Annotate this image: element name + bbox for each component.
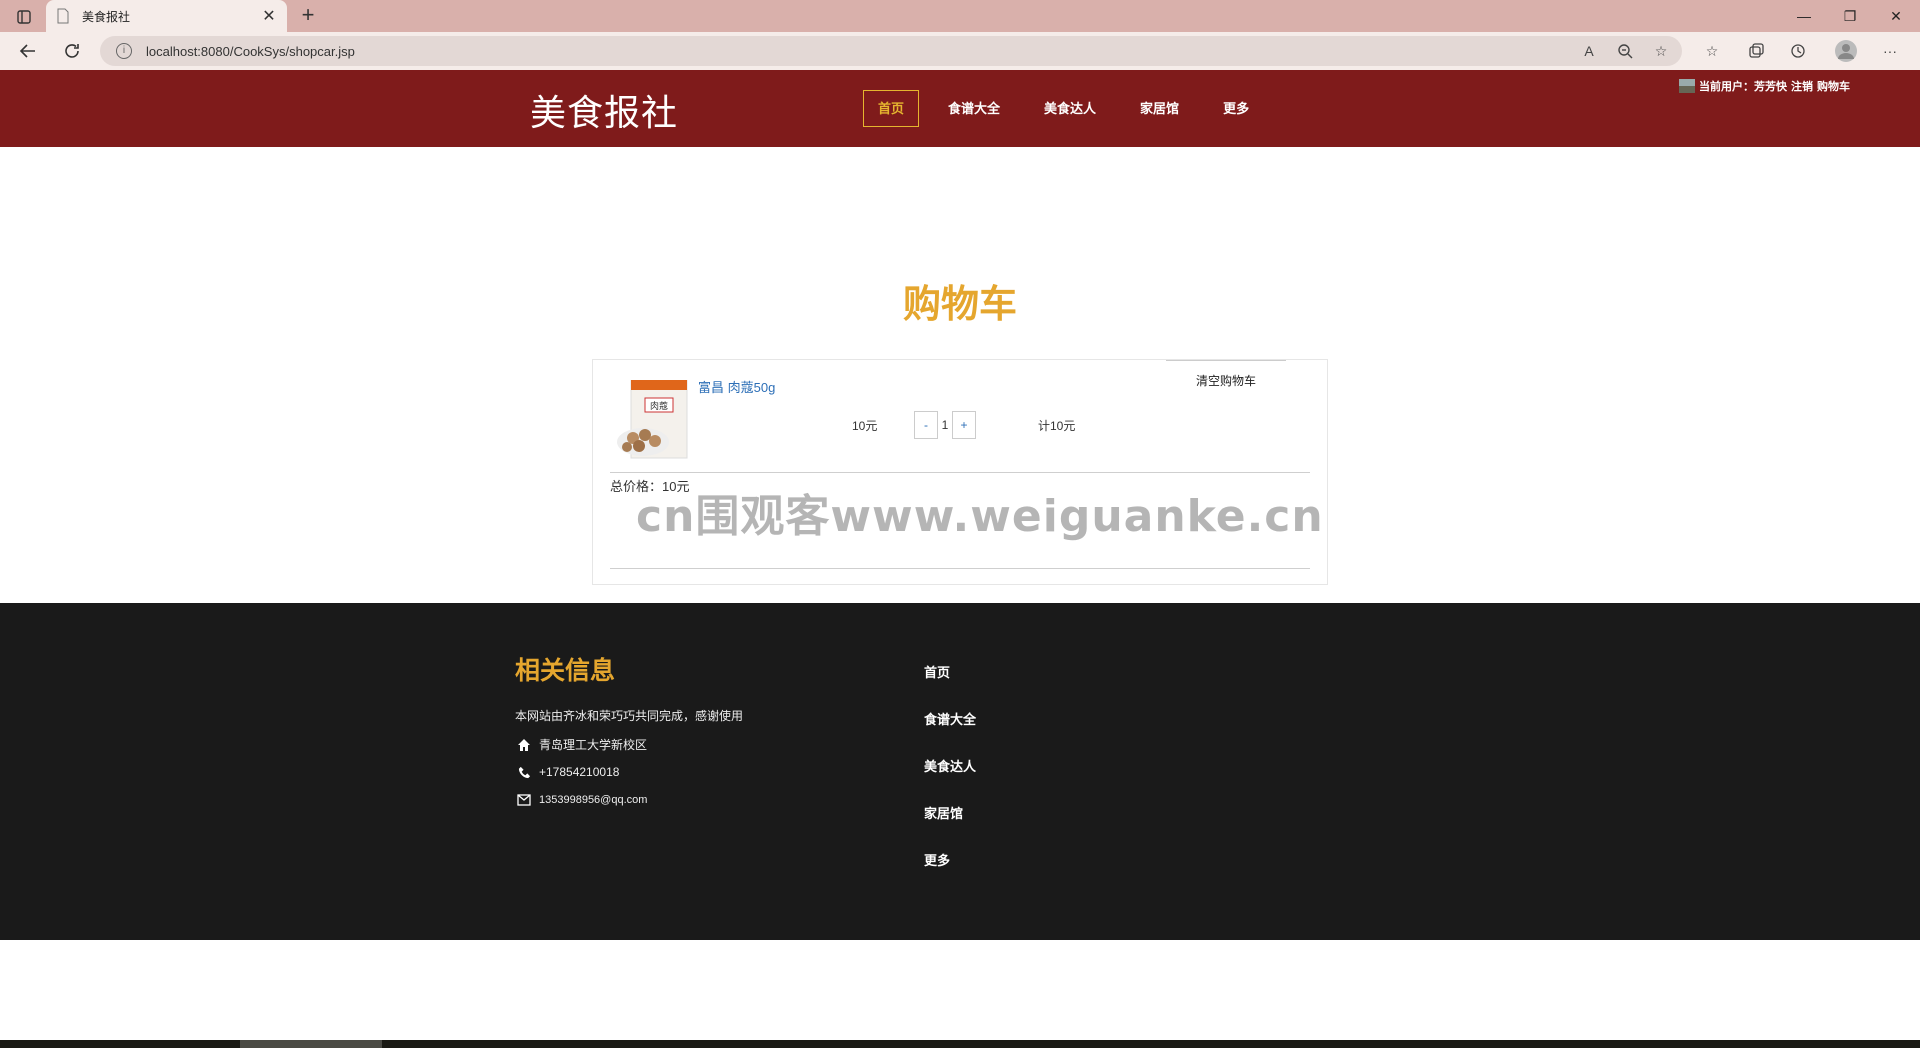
footer-link-food-experts[interactable]: 美食达人 (924, 756, 976, 803)
minimize-button[interactable]: — (1781, 0, 1827, 32)
footer-address: 青岛理工大学新校区 (517, 736, 647, 753)
nav-home-store[interactable]: 家居馆 (1125, 90, 1194, 127)
footer-phone: +17854210018 (517, 765, 619, 779)
footer-title: 相关信息 (515, 657, 616, 685)
site-info-icon[interactable]: i (116, 43, 132, 59)
reload-icon[interactable] (60, 39, 84, 63)
restore-button[interactable]: ❐ (1827, 0, 1873, 32)
collections-icon[interactable] (1746, 41, 1766, 61)
favorites-icon[interactable]: ☆ (1702, 41, 1722, 61)
site-footer: 相关信息 本网站由齐冰和荣巧巧共同完成，感谢使用 青岛理工大学新校区 +1785… (0, 603, 1920, 940)
site-logo[interactable]: 美食报社 (530, 84, 678, 136)
current-user-name: 芳芳快 (1754, 81, 1787, 93)
logout-link[interactable]: 注销 (1791, 78, 1813, 94)
unit-price: 10元 (852, 419, 878, 433)
email-text: 1353998956@qq.com (539, 794, 648, 806)
cart-link[interactable]: 购物车 (1817, 78, 1850, 94)
phone-icon (517, 765, 531, 779)
tab-title: 美食报社 (82, 9, 131, 24)
item-subtotal: 计10元 (1038, 419, 1076, 433)
site-header: 美食报社 首页 食谱大全 美食达人 家居馆 更多 当前用户： 芳芳快 注销 购物… (0, 70, 1920, 147)
read-aloud-icon[interactable]: A (1579, 41, 1599, 61)
footer-link-home-store[interactable]: 家居馆 (924, 803, 976, 850)
footer-links: 首页 食谱大全 美食达人 家居馆 更多 (924, 662, 976, 897)
close-window-button[interactable]: ✕ (1873, 0, 1919, 32)
browser-toolbar: i localhost:8080/CookSys/shopcar.jsp A ☆… (0, 32, 1920, 70)
phone-text: +17854210018 (539, 765, 620, 779)
close-tab-icon[interactable]: ✕ (261, 6, 277, 26)
address-text: 青岛理工大学新校区 (539, 738, 648, 752)
watermark-text: cn围观客www.weiguanke.cn (636, 491, 1324, 542)
product-name-link[interactable]: 富昌 肉蔻50g (698, 377, 775, 396)
os-taskbar (0, 1040, 1920, 1048)
add-favorite-icon[interactable]: ☆ (1651, 41, 1671, 61)
product-image[interactable]: 肉蔻 (615, 380, 693, 460)
svg-text:肉蔻: 肉蔻 (650, 400, 668, 412)
divider (610, 568, 1310, 569)
back-icon[interactable] (16, 39, 40, 63)
page-title: 购物车 (902, 284, 1017, 326)
footer-email: 1353998956@qq.com (517, 793, 647, 807)
quantity-value: 1 (941, 418, 949, 432)
tab-actions-icon[interactable] (12, 7, 36, 27)
decrease-quantity-button[interactable]: - (914, 411, 938, 439)
browser-tabstrip: 美食报社 ✕ + — ❐ ✕ (0, 0, 1920, 32)
nav-recipes[interactable]: 食谱大全 (933, 90, 1015, 127)
divider (610, 472, 1310, 473)
increase-quantity-button[interactable]: + (952, 411, 976, 439)
cart-panel: 清空购物车 肉蔻 富昌 肉蔻50g 10元 - 1 + 计10元 总价格：10元 (592, 359, 1328, 585)
nav-more[interactable]: 更多 (1208, 90, 1264, 127)
main-nav: 首页 食谱大全 美食达人 家居馆 更多 (863, 90, 1278, 127)
zoom-out-icon[interactable] (1615, 41, 1635, 61)
user-bar: 当前用户： 芳芳快 注销 购物车 (1679, 78, 1854, 94)
clear-cart-button[interactable]: 清空购物车 (1166, 360, 1286, 400)
page-icon (57, 8, 69, 24)
footer-link-more[interactable]: 更多 (924, 850, 976, 897)
user-avatar (1679, 79, 1695, 93)
profile-avatar-icon[interactable] (1834, 39, 1858, 63)
browser-tab[interactable]: 美食报社 ✕ (46, 0, 287, 32)
footer-link-recipes[interactable]: 食谱大全 (924, 709, 976, 756)
home-icon (517, 738, 531, 752)
nav-home[interactable]: 首页 (863, 90, 920, 127)
history-icon[interactable] (1788, 41, 1808, 61)
new-tab-button[interactable]: + (296, 4, 320, 28)
address-bar[interactable]: i localhost:8080/CookSys/shopcar.jsp (100, 36, 1682, 66)
current-user-label: 当前用户： (1699, 81, 1754, 93)
url-text: localhost:8080/CookSys/shopcar.jsp (146, 43, 355, 59)
nav-food-experts[interactable]: 美食达人 (1029, 90, 1111, 127)
quantity-stepper: - 1 + (914, 411, 976, 439)
taskbar-item[interactable] (240, 1040, 382, 1048)
more-menu-icon[interactable]: ··· (1880, 41, 1900, 61)
mail-icon (517, 793, 531, 807)
footer-link-home[interactable]: 首页 (924, 662, 976, 709)
footer-description: 本网站由齐冰和荣巧巧共同完成，感谢使用 (515, 709, 744, 723)
